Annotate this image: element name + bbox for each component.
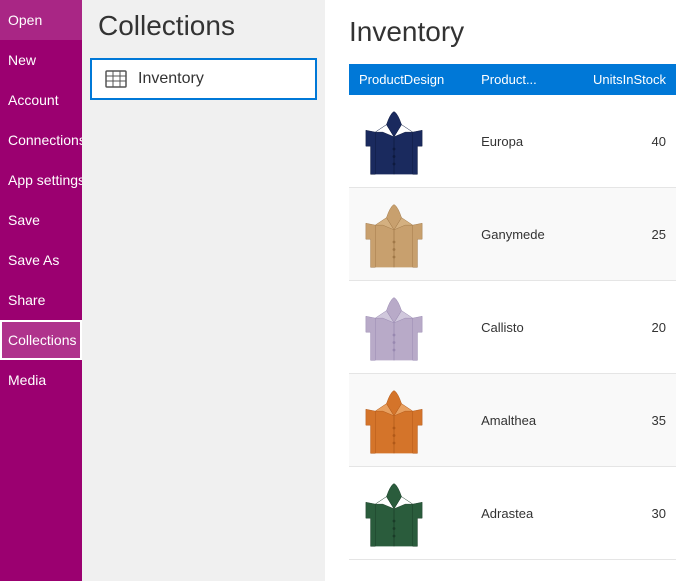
sidebar-item-open[interactable]: Open: [0, 0, 82, 40]
table-row: Callisto 20: [349, 281, 676, 374]
product-image: [359, 194, 429, 274]
inventory-label: Inventory: [138, 70, 204, 88]
col-header-product: Product...: [471, 64, 568, 95]
inventory-collection-item[interactable]: Inventory: [90, 58, 317, 100]
table-row: Europa 40: [349, 95, 676, 188]
sidebar-item-save-as[interactable]: Save As: [0, 240, 82, 280]
product-design-cell: [349, 281, 471, 374]
product-image: [359, 380, 429, 460]
product-name-cell: Callisto: [471, 281, 568, 374]
sidebar-item-media[interactable]: Media: [0, 360, 82, 400]
sidebar-item-app-settings[interactable]: App settings: [0, 160, 82, 200]
main-title: Inventory: [349, 16, 676, 48]
col-header-units: UnitsInStock: [568, 64, 676, 95]
sidebar-item-connections[interactable]: Connections: [0, 120, 82, 160]
table-icon: [104, 70, 128, 88]
product-image: [359, 101, 429, 181]
product-design-cell: [349, 188, 471, 281]
main-content: Inventory ProductDesign Product... Units…: [325, 0, 700, 581]
units-cell: 30: [568, 467, 676, 560]
sidebar: Open New Account Connections App setting…: [0, 0, 82, 581]
table-row: Ganymede 25: [349, 188, 676, 281]
product-name-cell: Adrastea: [471, 467, 568, 560]
sidebar-item-collections[interactable]: Collections: [0, 320, 82, 360]
sidebar-item-share[interactable]: Share: [0, 280, 82, 320]
sidebar-item-account[interactable]: Account: [0, 80, 82, 120]
units-cell: 35: [568, 374, 676, 467]
inventory-table: ProductDesign Product... UnitsInStock: [349, 64, 676, 560]
product-design-cell: [349, 374, 471, 467]
middle-title: Collections: [82, 0, 325, 58]
product-name-cell: Europa: [471, 95, 568, 188]
product-design-cell: [349, 95, 471, 188]
product-image: [359, 473, 429, 553]
units-cell: 40: [568, 95, 676, 188]
product-name-cell: Ganymede: [471, 188, 568, 281]
product-design-cell: [349, 467, 471, 560]
table-row: Adrastea 30: [349, 467, 676, 560]
middle-panel: Collections Inventory: [82, 0, 325, 581]
units-cell: 25: [568, 188, 676, 281]
table-row: Amalthea 35: [349, 374, 676, 467]
sidebar-item-save[interactable]: Save: [0, 200, 82, 240]
product-name-cell: Amalthea: [471, 374, 568, 467]
product-image: [359, 287, 429, 367]
col-header-design: ProductDesign: [349, 64, 471, 95]
units-cell: 20: [568, 281, 676, 374]
sidebar-item-new[interactable]: New: [0, 40, 82, 80]
